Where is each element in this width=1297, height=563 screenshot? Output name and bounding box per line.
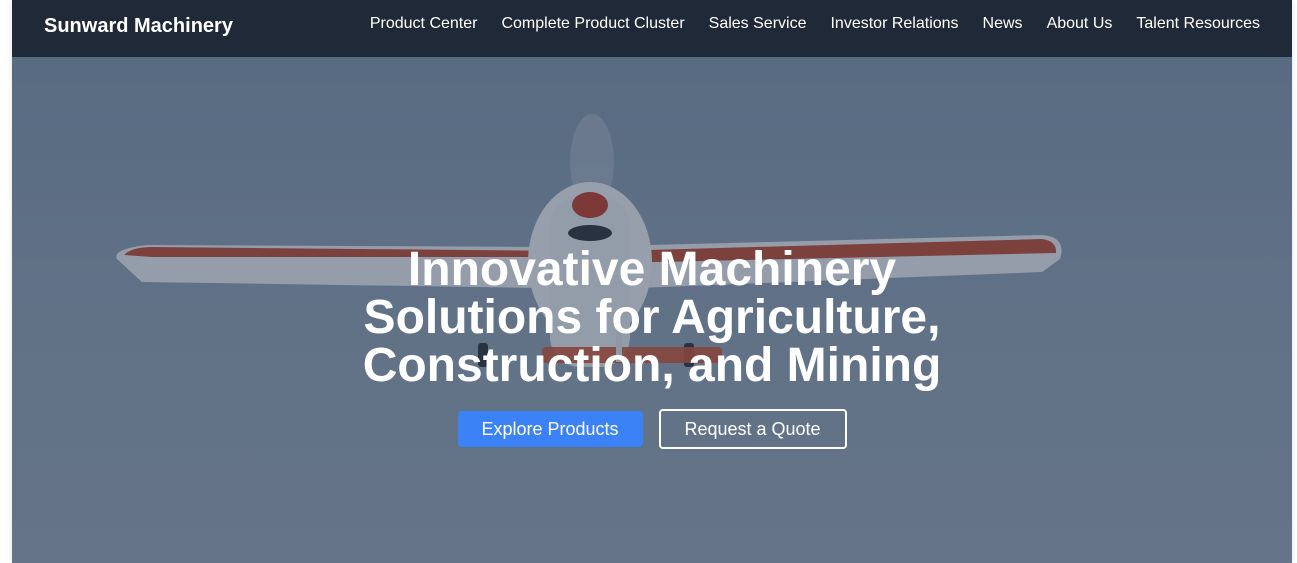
navbar: Sunward Machinery Product Center Complet… <box>12 0 1292 57</box>
brand-logo[interactable]: Sunward Machinery <box>44 14 233 38</box>
request-quote-button[interactable]: Request a Quote <box>658 409 847 449</box>
hero-headline-line: Solutions for Agriculture, <box>363 291 941 344</box>
hero-headline-line: Construction, and Mining <box>362 339 942 392</box>
nav-item-talent-resources[interactable]: Talent Resources <box>1136 14 1260 34</box>
nav-item-news[interactable]: News <box>983 14 1023 34</box>
hero-actions: Explore Products Request a Quote <box>12 409 1292 449</box>
hero-headline-line: Innovative Machinery <box>407 243 897 296</box>
page: Sunward Machinery Product Center Complet… <box>12 0 1292 563</box>
nav-item-sales-service[interactable]: Sales Service <box>709 14 807 34</box>
nav-item-investor-relations[interactable]: Investor Relations <box>830 14 958 34</box>
nav-item-about-us[interactable]: About Us <box>1047 14 1113 34</box>
nav-item-product-center[interactable]: Product Center <box>370 14 478 34</box>
explore-products-button[interactable]: Explore Products <box>457 411 643 447</box>
hero-section: Innovative Machinery Solutions for Agric… <box>12 57 1292 563</box>
nav-item-complete-product-cluster[interactable]: Complete Product Cluster <box>501 14 684 34</box>
main-nav: Product Center Complete Product Cluster … <box>370 14 1260 34</box>
hero-headline: Innovative Machinery Solutions for Agric… <box>12 246 1292 390</box>
